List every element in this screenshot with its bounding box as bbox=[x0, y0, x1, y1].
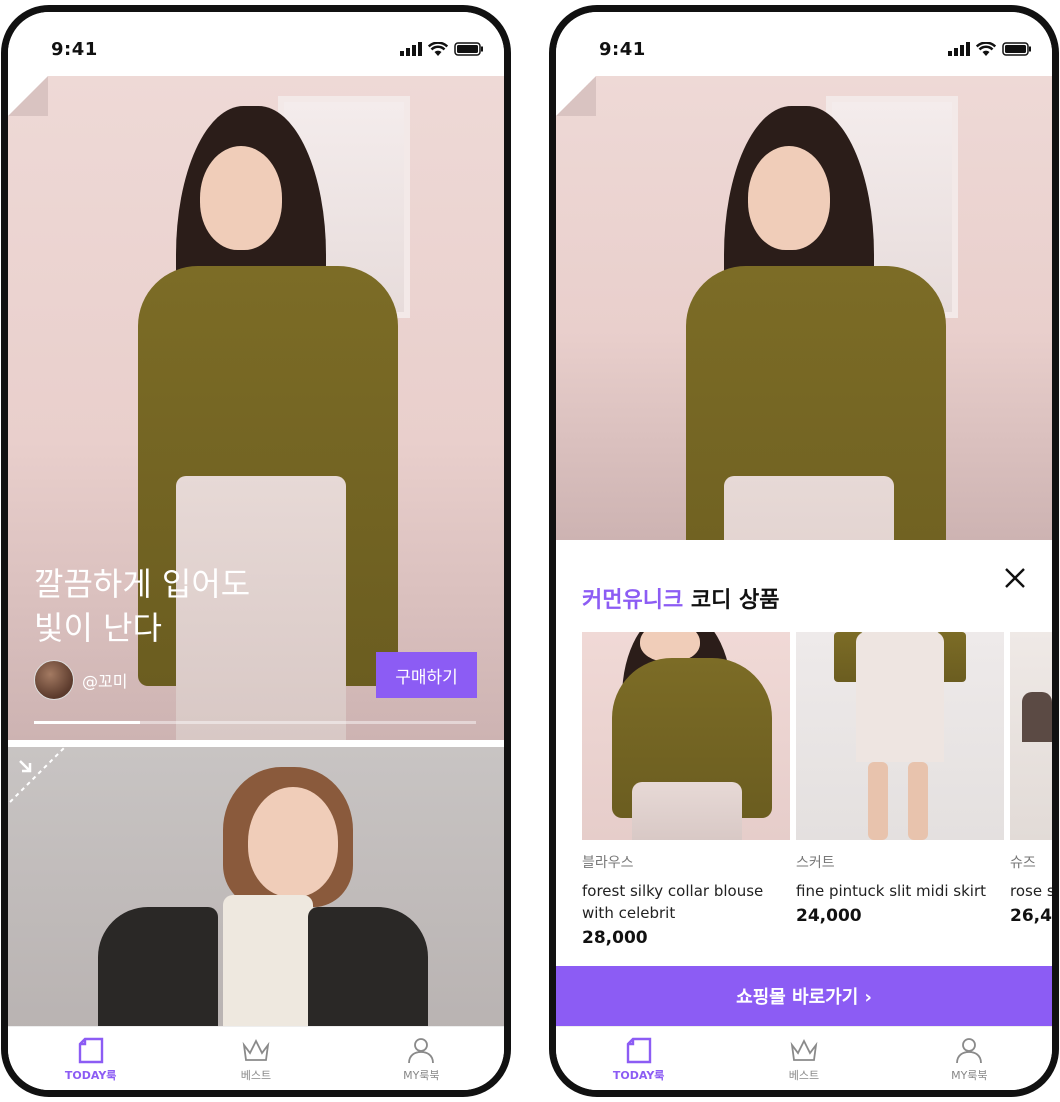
signal-icon bbox=[948, 42, 970, 56]
model2-coat-left bbox=[98, 907, 218, 1032]
product-card[interactable]: 스커트 fine pintuck slit midi skirt 24,000 bbox=[796, 632, 1004, 926]
product-price: 28,000 bbox=[582, 928, 648, 948]
book-icon bbox=[78, 1037, 103, 1064]
product-category: 스커트 bbox=[796, 855, 835, 871]
wifi-icon bbox=[428, 42, 448, 56]
hero-title-line2: 빛이 난다 bbox=[34, 609, 162, 647]
product-name[interactable]: forest silky collar blouse with celebrit bbox=[582, 880, 790, 924]
tab-bar: TODAY룩 베스트 MY룩북 bbox=[8, 1026, 504, 1090]
model-face bbox=[200, 146, 282, 250]
hero-photo[interactable] bbox=[556, 76, 1052, 540]
product-leg-right bbox=[908, 762, 928, 840]
product-name[interactable]: fine pintuck slit midi skirt bbox=[796, 880, 1004, 902]
close-icon bbox=[1005, 568, 1025, 588]
status-icons bbox=[948, 42, 1032, 56]
tab-my-label: MY룩북 bbox=[403, 1069, 440, 1082]
status-bar: 9:41 bbox=[556, 12, 1052, 76]
tab-best[interactable]: 베스트 bbox=[173, 1027, 338, 1090]
wifi-icon bbox=[976, 42, 996, 56]
user-icon bbox=[408, 1038, 435, 1064]
product-leg-left bbox=[868, 762, 888, 840]
tab-bar: TODAY룩 베스트 MY룩북 bbox=[556, 1026, 1052, 1090]
product-card[interactable]: 슈즈 rose su 26,40 bbox=[1010, 632, 1052, 926]
crown-icon bbox=[242, 1038, 270, 1061]
phone-left: 9:41 깔끔하게 입어도 빛이 난다 @꼬미 구매하기 TODAY룩 베스트 … bbox=[1, 5, 511, 1097]
tab-my[interactable]: MY룩북 bbox=[339, 1027, 504, 1090]
tab-today-label: TODAY룩 bbox=[612, 1069, 665, 1082]
tab-my[interactable]: MY룩북 bbox=[887, 1027, 1052, 1090]
avatar[interactable] bbox=[34, 660, 74, 700]
product-category: 슈즈 bbox=[1010, 855, 1036, 871]
product-image[interactable] bbox=[1010, 632, 1052, 840]
page-fold-corner bbox=[8, 76, 48, 116]
tab-best-label: 베스트 bbox=[788, 1069, 820, 1082]
product-shoe bbox=[1022, 692, 1052, 742]
product-price: 24,000 bbox=[796, 906, 862, 926]
model-skirt bbox=[724, 476, 894, 540]
status-time: 9:41 bbox=[51, 39, 98, 60]
user-icon bbox=[956, 1038, 983, 1064]
author[interactable]: @꼬미 bbox=[34, 660, 127, 700]
hero-title-line1: 깔끔하게 입어도 bbox=[34, 565, 251, 603]
product-price: 26,40 bbox=[1010, 906, 1052, 926]
battery-icon bbox=[1002, 42, 1031, 56]
status-bar: 9:41 bbox=[8, 12, 504, 76]
progress-fill bbox=[34, 721, 141, 724]
sheet-title-brand: 커먼유니크 bbox=[582, 588, 684, 613]
product-image[interactable] bbox=[582, 632, 790, 840]
model2-coat-right bbox=[308, 907, 428, 1032]
book-icon bbox=[626, 1037, 651, 1064]
page-fold-corner bbox=[556, 76, 596, 116]
shop-link-button[interactable]: 쇼핑몰 바로가기 › bbox=[556, 966, 1052, 1026]
progress-track bbox=[34, 721, 476, 724]
product-card[interactable]: 블라우스 forest silky collar blouse with cel… bbox=[582, 632, 790, 948]
hero-title: 깔끔하게 입어도 빛이 난다 bbox=[34, 562, 314, 650]
tab-best-label: 베스트 bbox=[240, 1069, 272, 1082]
product-category: 블라우스 bbox=[582, 855, 634, 871]
phone-right: 9:41 커먼유니크 코디 상품 블라우스 forest silky colla… bbox=[549, 5, 1059, 1097]
crown-icon bbox=[790, 1038, 818, 1061]
close-button[interactable] bbox=[1002, 565, 1028, 591]
author-name[interactable]: @꼬미 bbox=[82, 668, 127, 692]
buy-button[interactable]: 구매하기 bbox=[376, 652, 477, 698]
battery-icon bbox=[454, 42, 483, 56]
model2-face bbox=[248, 787, 338, 897]
sheet-title-rest: 코디 상품 bbox=[683, 588, 780, 613]
product-sheet: 커먼유니크 코디 상품 블라우스 forest silky collar blo… bbox=[556, 540, 1052, 1026]
product-skirt-peek bbox=[632, 782, 742, 840]
product-row[interactable]: 블라우스 forest silky collar blouse with cel… bbox=[582, 632, 1052, 962]
tab-today[interactable]: TODAY룩 bbox=[8, 1027, 173, 1090]
product-name[interactable]: rose su bbox=[1010, 880, 1052, 902]
sheet-title: 커먼유니크 코디 상품 bbox=[582, 582, 779, 614]
signal-icon bbox=[400, 42, 422, 56]
dashed-corner-line bbox=[9, 743, 69, 803]
model2-turtleneck bbox=[223, 895, 313, 1032]
tab-today[interactable]: TODAY룩 bbox=[556, 1027, 721, 1090]
product-skirt bbox=[856, 632, 944, 762]
arrow-down-right-icon[interactable] bbox=[16, 757, 36, 777]
tab-today-label: TODAY룩 bbox=[64, 1069, 117, 1082]
product-image[interactable] bbox=[796, 632, 1004, 840]
model-face bbox=[748, 146, 830, 250]
status-icons bbox=[400, 42, 484, 56]
status-time: 9:41 bbox=[599, 39, 646, 60]
tab-my-label: MY룩북 bbox=[951, 1069, 988, 1082]
tab-best[interactable]: 베스트 bbox=[721, 1027, 886, 1090]
